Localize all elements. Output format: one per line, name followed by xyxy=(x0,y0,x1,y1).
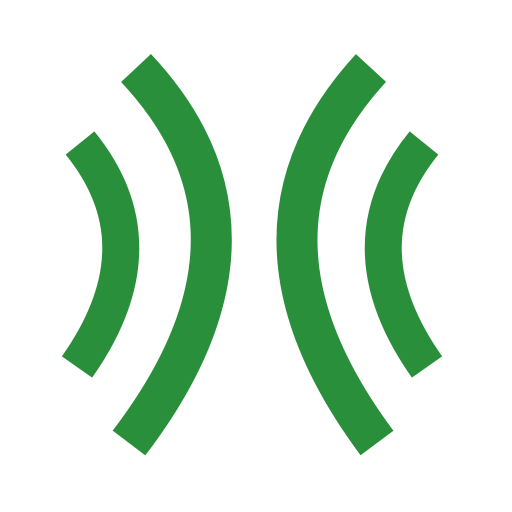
left-outer-wave xyxy=(112,53,232,456)
right-inner-wave xyxy=(364,131,443,378)
icon-canvas xyxy=(0,0,512,512)
signal-waves-icon xyxy=(61,53,443,456)
left-inner-wave xyxy=(61,131,140,378)
